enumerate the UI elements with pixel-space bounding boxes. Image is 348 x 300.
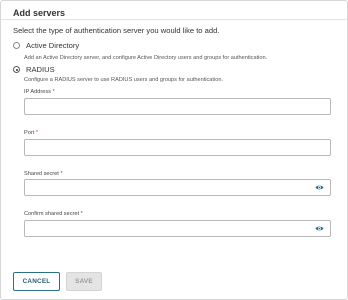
- required-marker: *: [52, 89, 55, 95]
- option-radius[interactable]: RADIUS: [13, 65, 55, 74]
- active-directory-label: Active Directory: [26, 41, 80, 50]
- dialog-prompt: Select the type of authentication server…: [13, 26, 220, 35]
- required-marker: *: [60, 171, 63, 177]
- eye-icon[interactable]: [315, 225, 324, 232]
- shared-secret-input[interactable]: [25, 184, 330, 199]
- confirm-shared-secret-field[interactable]: [24, 220, 331, 240]
- active-directory-radio[interactable]: [13, 42, 20, 49]
- shared-secret-label: Shared secret *: [24, 171, 63, 177]
- port-input[interactable]: [25, 144, 330, 159]
- cancel-button[interactable]: CANCEL: [13, 272, 60, 291]
- title-divider: [1, 19, 347, 20]
- radius-radio[interactable]: [13, 66, 20, 73]
- port-label: Port *: [24, 130, 39, 136]
- radius-label: RADIUS: [26, 65, 55, 74]
- ip-address-input[interactable]: [25, 103, 330, 118]
- shared-secret-field[interactable]: [24, 179, 331, 199]
- confirm-shared-secret-label: Confirm shared secret *: [24, 211, 83, 217]
- ip-address-field[interactable]: [24, 98, 331, 118]
- required-marker: *: [80, 211, 83, 217]
- port-field[interactable]: [24, 139, 331, 159]
- ip-address-label: IP Address *: [24, 89, 55, 95]
- option-active-directory[interactable]: Active Directory: [13, 41, 79, 50]
- required-marker: *: [35, 130, 39, 136]
- confirm-shared-secret-input[interactable]: [25, 225, 330, 240]
- eye-icon[interactable]: [315, 184, 324, 191]
- dialog-title: Add servers: [13, 8, 66, 18]
- add-servers-dialog: Add servers Select the type of authentic…: [0, 0, 348, 300]
- radius-description: Configure a RADIUS server to use RADIUS …: [24, 77, 223, 83]
- save-button[interactable]: SAVE: [66, 272, 102, 291]
- active-directory-description: Add an Active Directory server, and conf…: [24, 55, 268, 61]
